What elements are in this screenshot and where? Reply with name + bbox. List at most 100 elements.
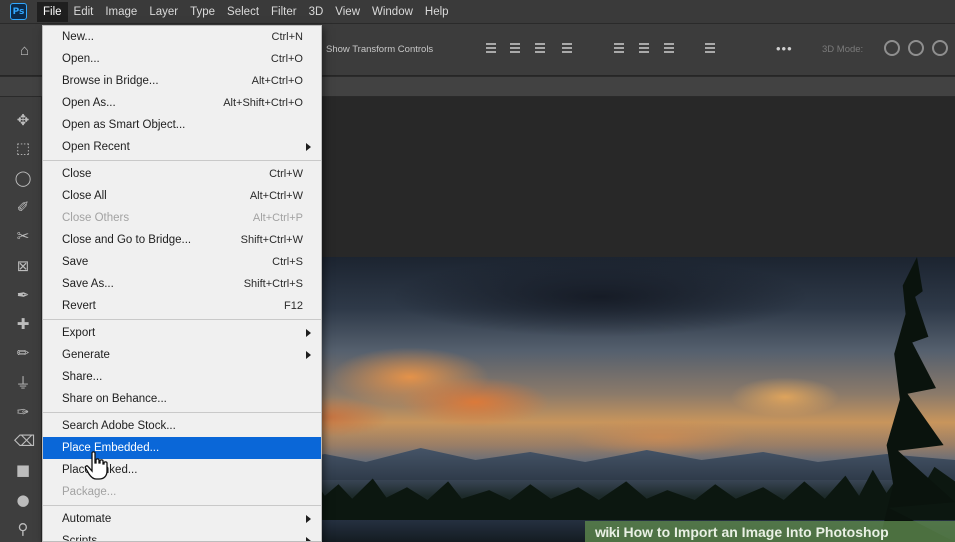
dodge-tool-icon[interactable]: ⚲ (14, 520, 32, 538)
tools-panel: ✥ ⬚ ◯ ✐ ✂ ⊠ ✒ ✚ ✏ ⏚ ✑ ⌫ ■ ● ⚲ (0, 97, 42, 542)
healing-brush-tool-icon[interactable]: ✚ (14, 315, 32, 333)
menu-3d[interactable]: 3D (303, 2, 330, 22)
history-brush-tool-icon[interactable]: ✑ (14, 403, 32, 421)
align-top-edges-icon[interactable] (612, 40, 626, 58)
menu-item-label: Automate (62, 513, 112, 525)
menu-item-new[interactable]: New... Ctrl+N (43, 26, 321, 48)
wikihow-brand: wiki (595, 523, 620, 540)
menu-edit[interactable]: Edit (68, 2, 100, 22)
menu-item-share-on-behance[interactable]: Share on Behance... (43, 388, 321, 410)
move-tool-icon[interactable]: ✥ (14, 111, 32, 129)
align-horizontal-centers-icon[interactable] (508, 40, 522, 58)
blur-tool-icon[interactable]: ● (14, 491, 32, 509)
marquee-tool-icon[interactable]: ⬚ (14, 139, 32, 157)
menu-item-label: Open Recent (62, 141, 130, 153)
menu-item-label: New... (62, 31, 94, 43)
menu-item-scripts[interactable]: Scripts (43, 530, 321, 541)
menu-item-label: Close and Go to Bridge... (62, 234, 192, 246)
eyedropper-tool-icon[interactable]: ✒ (14, 286, 32, 304)
menu-separator (43, 319, 321, 320)
menu-item-close-all[interactable]: Close All Alt+Ctrl+W (43, 185, 321, 207)
menu-item-generate[interactable]: Generate (43, 344, 321, 366)
menu-item-label: Browse in Bridge... (62, 75, 159, 87)
menu-item-browse-in-bridge[interactable]: Browse in Bridge... Alt+Ctrl+O (43, 70, 321, 92)
menu-item-shortcut: F12 (284, 300, 303, 312)
menu-item-shortcut: Alt+Ctrl+W (249, 190, 303, 202)
menu-item-revert[interactable]: Revert F12 (43, 295, 321, 317)
photoshop-logo[interactable]: Ps (10, 3, 27, 20)
gradient-tool-icon[interactable]: ■ (14, 461, 32, 479)
roll-3d-icon[interactable] (908, 40, 924, 56)
distribute-icon[interactable] (560, 40, 574, 58)
submenu-arrow-icon (306, 515, 311, 523)
drag-3d-icon[interactable] (932, 40, 948, 56)
show-transform-controls-label[interactable]: Show Transform Controls (326, 44, 433, 55)
wikihow-watermark: wiki How to Import an Image Into Photosh… (585, 521, 955, 542)
distribute-vertical-icon[interactable] (703, 40, 717, 58)
submenu-arrow-icon (306, 143, 311, 151)
quick-select-tool-icon[interactable]: ✐ (14, 198, 32, 216)
home-icon[interactable]: ⌂ (20, 42, 34, 59)
eraser-tool-icon[interactable]: ⌫ (14, 432, 35, 450)
menu-item-label: Open As... (62, 97, 116, 109)
menu-item-automate[interactable]: Automate (43, 508, 321, 530)
align-vertical-centers-icon[interactable] (637, 40, 651, 58)
menu-separator (43, 160, 321, 161)
menu-item-close-and-go-to-bridge[interactable]: Close and Go to Bridge... Shift+Ctrl+W (43, 229, 321, 251)
menu-layer[interactable]: Layer (143, 2, 184, 22)
submenu-arrow-icon (306, 351, 311, 359)
menu-item-label: Open as Smart Object... (62, 119, 186, 131)
menu-separator (43, 412, 321, 413)
menu-item-shortcut: Ctrl+S (272, 256, 303, 268)
menu-window[interactable]: Window (366, 2, 419, 22)
clone-stamp-tool-icon[interactable]: ⏚ (14, 374, 32, 392)
menu-item-shortcut: Alt+Ctrl+P (252, 212, 303, 224)
wikihow-title: How to Import an Image Into Photoshop (623, 523, 889, 540)
menu-item-open-recent[interactable]: Open Recent (43, 136, 321, 158)
align-left-edges-icon[interactable] (484, 40, 498, 58)
menu-item-shortcut: Shift+Ctrl+S (243, 278, 303, 290)
orbit-3d-icon[interactable] (884, 40, 900, 56)
hand-pointer-cursor-icon (84, 451, 108, 480)
menu-item-label: Export (62, 327, 96, 339)
frame-tool-icon[interactable]: ⊠ (14, 257, 32, 275)
menu-item-label: Close All (62, 190, 107, 202)
menu-item-open[interactable]: Open... Ctrl+O (43, 48, 321, 70)
menu-item-save[interactable]: Save Ctrl+S (43, 251, 321, 273)
menu-item-label: Generate (62, 349, 110, 361)
menu-item-label: Open... (62, 53, 100, 65)
menu-item-close[interactable]: Close Ctrl+W (43, 163, 321, 185)
menu-item-label: Package... (62, 486, 117, 498)
menu-item-label: Save As... (62, 278, 114, 290)
brush-tool-icon[interactable]: ✏ (14, 344, 32, 362)
menu-item-search-adobe-stock[interactable]: Search Adobe Stock... (43, 415, 321, 437)
menu-item-shortcut: Alt+Shift+Ctrl+O (223, 97, 303, 109)
menu-item-share[interactable]: Share... (43, 366, 321, 388)
menu-filter[interactable]: Filter (265, 2, 303, 22)
align-right-edges-icon[interactable] (533, 40, 547, 58)
menu-image[interactable]: Image (99, 2, 143, 22)
menu-item-shortcut: Alt+Ctrl+O (251, 75, 303, 87)
submenu-arrow-icon (306, 329, 311, 337)
menu-item-shortcut: Ctrl+N (271, 31, 303, 43)
menu-type[interactable]: Type (184, 2, 221, 22)
menu-item-open-as-smart-object[interactable]: Open as Smart Object... (43, 114, 321, 136)
menu-item-label: Revert (62, 300, 96, 312)
crop-tool-icon[interactable]: ✂ (14, 227, 32, 245)
menu-item-label: Share on Behance... (62, 393, 167, 405)
more-options-icon[interactable]: ••• (776, 41, 793, 56)
menu-item-label: Search Adobe Stock... (62, 420, 176, 432)
align-bottom-edges-icon[interactable] (662, 40, 676, 58)
menu-item-save-as[interactable]: Save As... Shift+Ctrl+S (43, 273, 321, 295)
menu-view[interactable]: View (329, 2, 366, 22)
menu-help[interactable]: Help (419, 2, 455, 22)
menu-item-shortcut: Ctrl+O (270, 53, 303, 65)
menu-file[interactable]: File (37, 1, 68, 22)
menu-item-export[interactable]: Export (43, 322, 321, 344)
lasso-tool-icon[interactable]: ◯ (14, 169, 32, 187)
menu-item-label: Save (62, 256, 89, 268)
menu-item-label: Close (62, 168, 92, 180)
landscape-photo (270, 257, 955, 542)
menu-select[interactable]: Select (221, 2, 265, 22)
menu-item-open-as[interactable]: Open As... Alt+Shift+Ctrl+O (43, 92, 321, 114)
